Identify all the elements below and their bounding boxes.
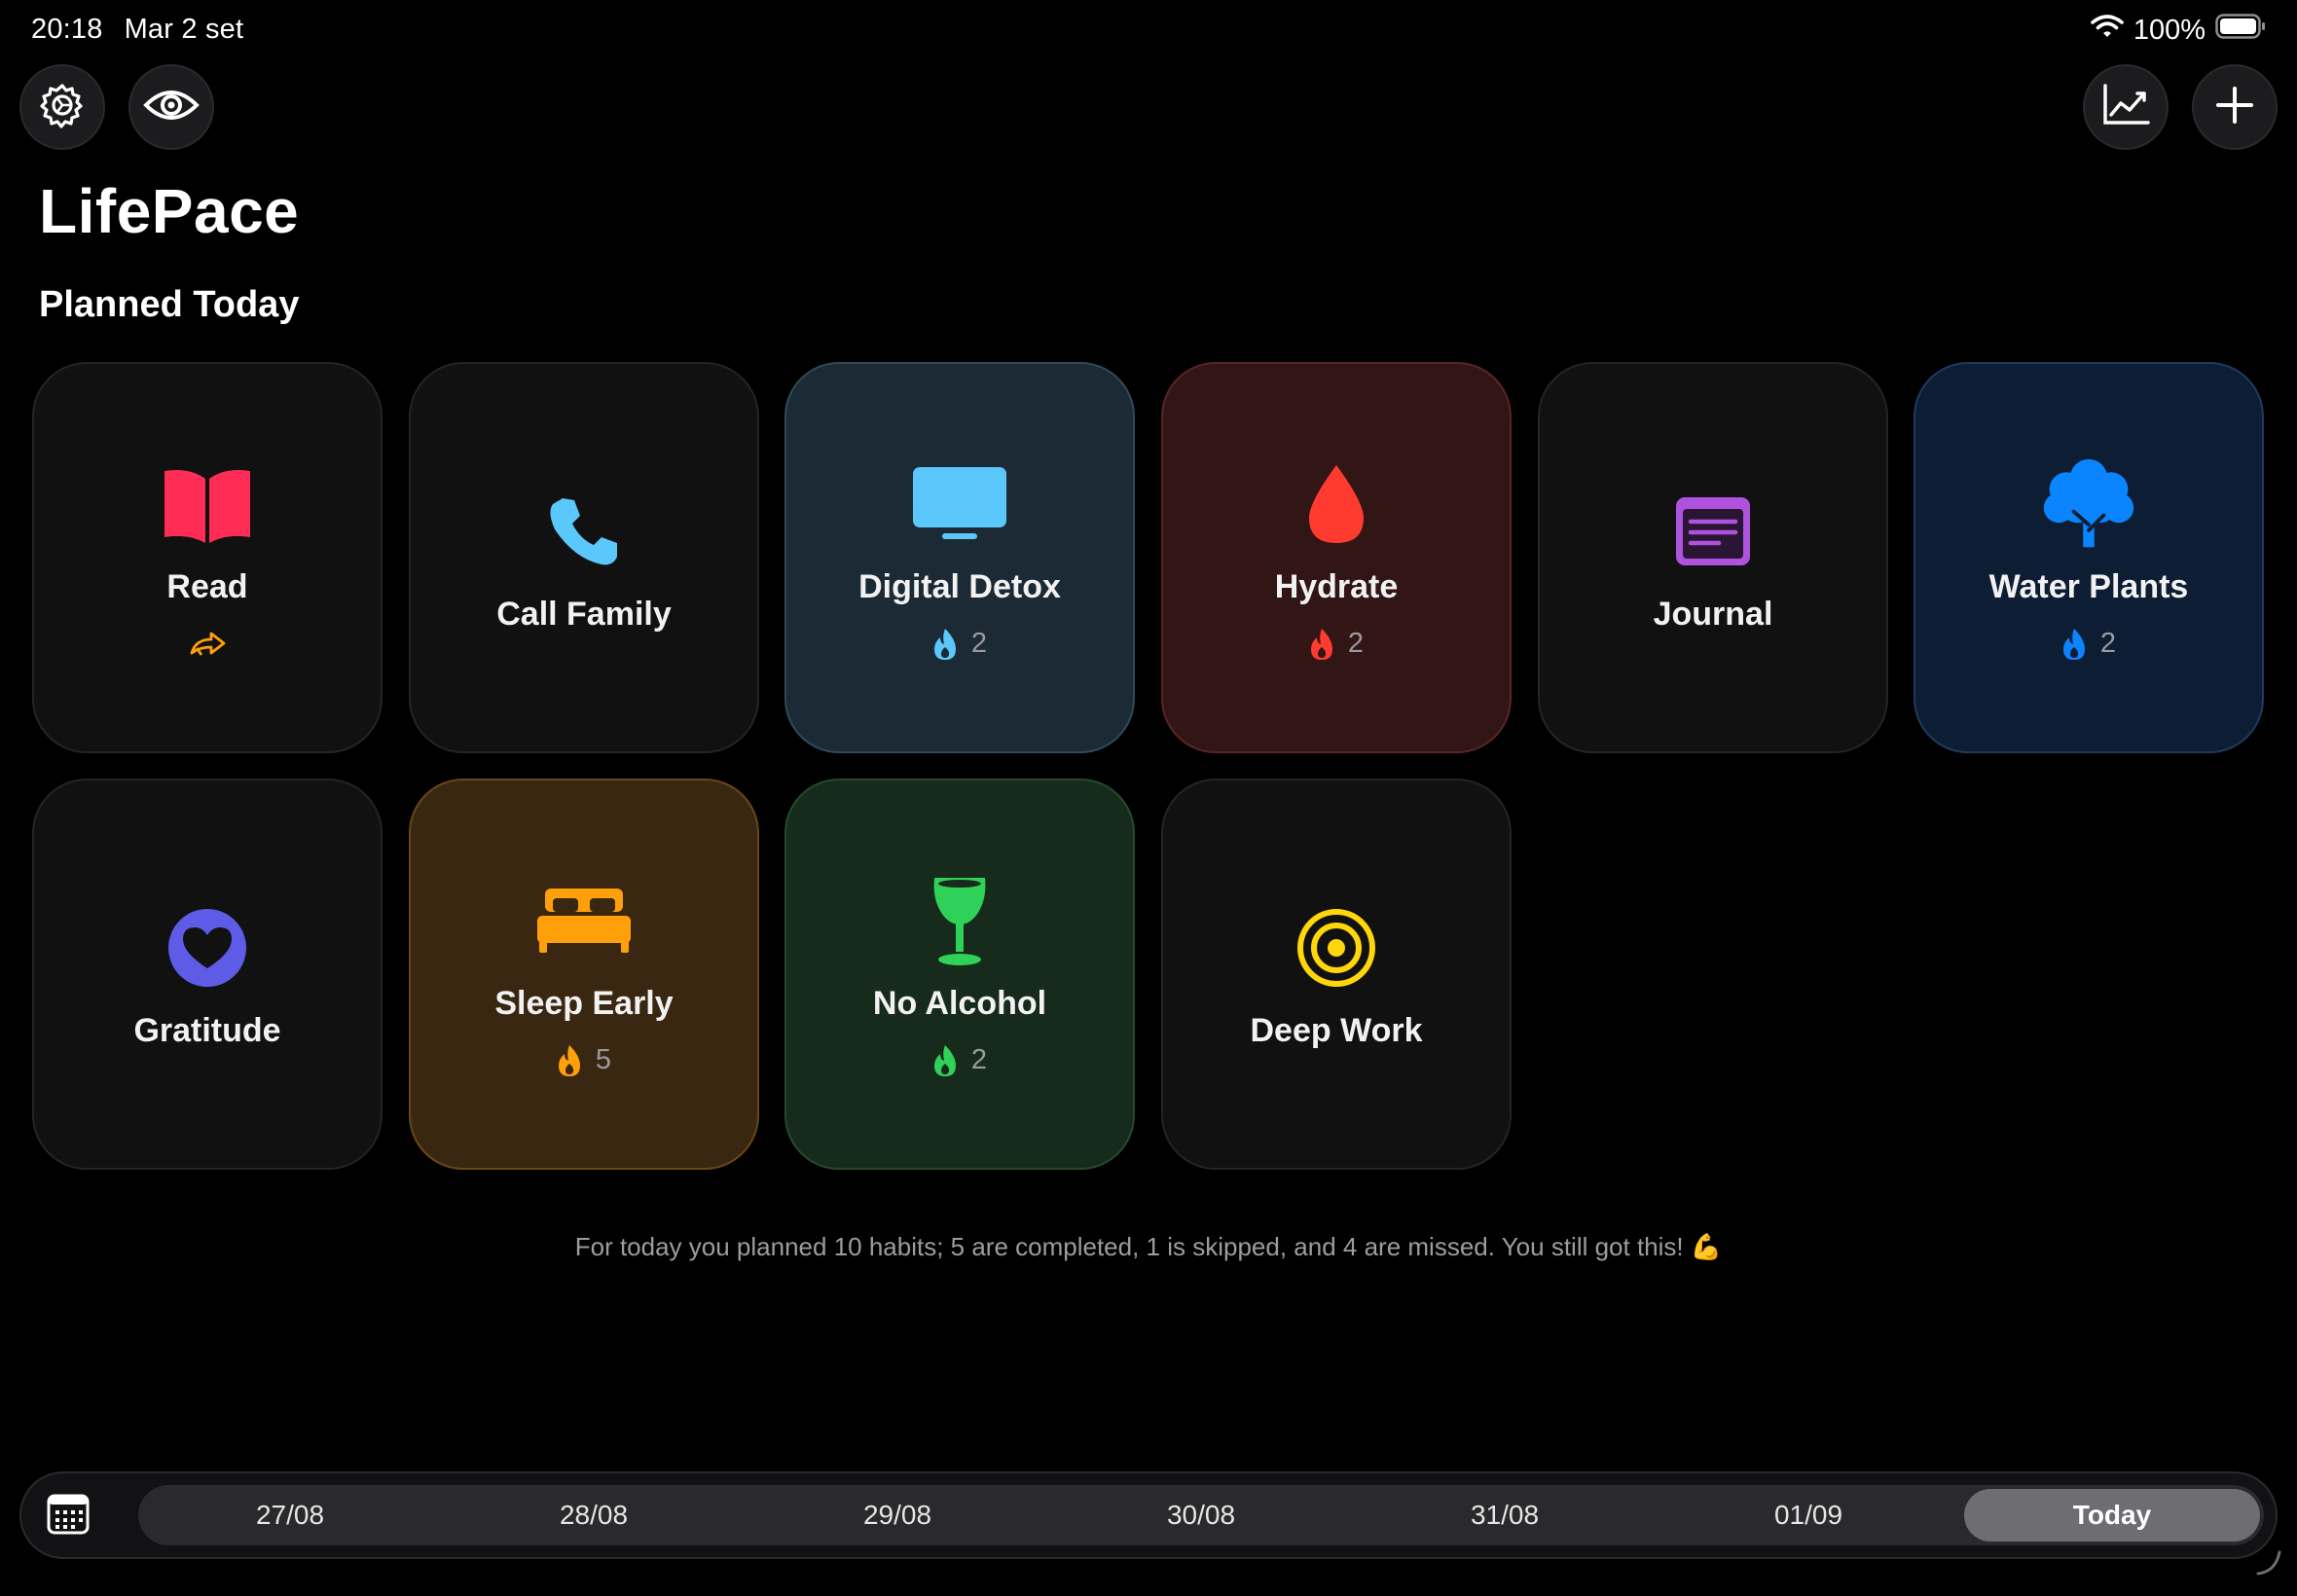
wineglass-icon xyxy=(911,872,1008,969)
flame-icon xyxy=(1309,628,1334,661)
habit-streak: 2 xyxy=(1309,628,1364,661)
streak-count: 5 xyxy=(595,1044,612,1075)
habit-label: Read xyxy=(166,567,248,605)
habit-card-digital-detox[interactable]: Digital Detox 2 xyxy=(784,362,1135,753)
habit-label: Gratitude xyxy=(133,1011,281,1049)
skip-arrow-icon xyxy=(188,630,227,659)
flame-icon xyxy=(557,1044,582,1077)
chart-line-icon xyxy=(2101,83,2150,131)
habit-card-water-plants[interactable]: Water Plants 2 xyxy=(1914,362,2264,753)
habit-card-journal[interactable]: Journal xyxy=(1538,362,1888,753)
monitor-icon xyxy=(911,455,1008,553)
plus-icon xyxy=(2215,86,2254,129)
heart-circle-icon xyxy=(159,899,256,997)
habit-card-hydrate[interactable]: Hydrate 2 xyxy=(1161,362,1512,753)
eye-icon xyxy=(143,88,200,127)
habit-label: Digital Detox xyxy=(858,567,1061,605)
phone-icon xyxy=(535,483,633,580)
date-item[interactable]: 31/08 xyxy=(1357,1489,1653,1542)
habit-card-gratitude[interactable]: Gratitude xyxy=(32,779,383,1170)
app-title: LifePace xyxy=(39,176,300,246)
flame-icon xyxy=(2061,628,2087,661)
daily-summary: For today you planned 10 habits; 5 are c… xyxy=(574,1232,1723,1261)
streak-count: 2 xyxy=(970,628,988,659)
date-item-today[interactable]: Today xyxy=(1964,1489,2260,1542)
gear-icon xyxy=(38,81,87,134)
streak-count: 2 xyxy=(970,1044,988,1075)
habit-card-read[interactable]: Read xyxy=(32,362,383,753)
section-title: Planned Today xyxy=(39,284,300,325)
habit-streak: 2 xyxy=(2061,628,2116,661)
streak-count: 2 xyxy=(1347,628,1365,659)
visibility-button[interactable] xyxy=(128,64,214,150)
calendar-icon xyxy=(47,1494,90,1540)
flame-icon xyxy=(932,628,958,661)
date-item[interactable]: 28/08 xyxy=(446,1489,742,1542)
status-bar-left: 20:18 Mar 2 set xyxy=(31,14,243,46)
date-item[interactable]: 30/08 xyxy=(1053,1489,1349,1542)
habit-label: Water Plants xyxy=(1988,567,2189,605)
book-icon xyxy=(159,455,256,553)
drop-icon xyxy=(1288,455,1385,553)
habit-card-call-family[interactable]: Call Family xyxy=(409,362,759,753)
habit-label: Journal xyxy=(1653,595,1773,633)
statistics-button[interactable] xyxy=(2083,64,2169,150)
date-item[interactable]: 29/08 xyxy=(749,1489,1045,1542)
status-bar-right: 100% xyxy=(2091,14,2266,47)
flame-icon xyxy=(932,1044,958,1077)
calendar-button[interactable] xyxy=(45,1493,91,1540)
battery-icon xyxy=(2215,14,2266,47)
habit-card-sleep-early[interactable]: Sleep Early 5 xyxy=(409,779,759,1170)
habit-label: Sleep Early xyxy=(494,984,674,1022)
habit-streak: 2 xyxy=(932,1044,987,1077)
streak-count: 2 xyxy=(2099,628,2117,659)
habit-card-deep-work[interactable]: Deep Work xyxy=(1161,779,1512,1170)
habit-label: Deep Work xyxy=(1250,1011,1423,1049)
add-habit-button[interactable] xyxy=(2192,64,2278,150)
date-item[interactable]: 27/08 xyxy=(142,1489,438,1542)
note-icon xyxy=(1664,483,1762,580)
status-time: 20:18 xyxy=(31,14,103,45)
habit-label: Hydrate xyxy=(1274,567,1399,605)
resize-corner-icon xyxy=(2254,1548,2283,1582)
date-track: 27/08 28/08 29/08 30/08 31/08 01/09 Toda… xyxy=(138,1485,2264,1545)
habit-status xyxy=(188,628,227,661)
target-icon xyxy=(1288,899,1385,997)
habit-label: No Alcohol xyxy=(872,984,1047,1022)
screen: 20:18 Mar 2 set 100% LifePace Planned To… xyxy=(0,0,2297,1596)
habit-streak: 5 xyxy=(557,1044,611,1077)
wifi-icon xyxy=(2091,14,2124,47)
habit-label: Call Family xyxy=(496,595,672,633)
date-item[interactable]: 01/09 xyxy=(1660,1489,1956,1542)
habit-card-no-alcohol[interactable]: No Alcohol 2 xyxy=(784,779,1135,1170)
settings-button[interactable] xyxy=(19,64,105,150)
habit-streak: 2 xyxy=(932,628,987,661)
battery-percent: 100% xyxy=(2133,14,2206,46)
bed-icon xyxy=(535,872,633,969)
status-date: Mar 2 set xyxy=(124,14,244,45)
tree-icon xyxy=(2040,455,2137,553)
date-selector-bar: 27/08 28/08 29/08 30/08 31/08 01/09 Toda… xyxy=(19,1471,2278,1559)
